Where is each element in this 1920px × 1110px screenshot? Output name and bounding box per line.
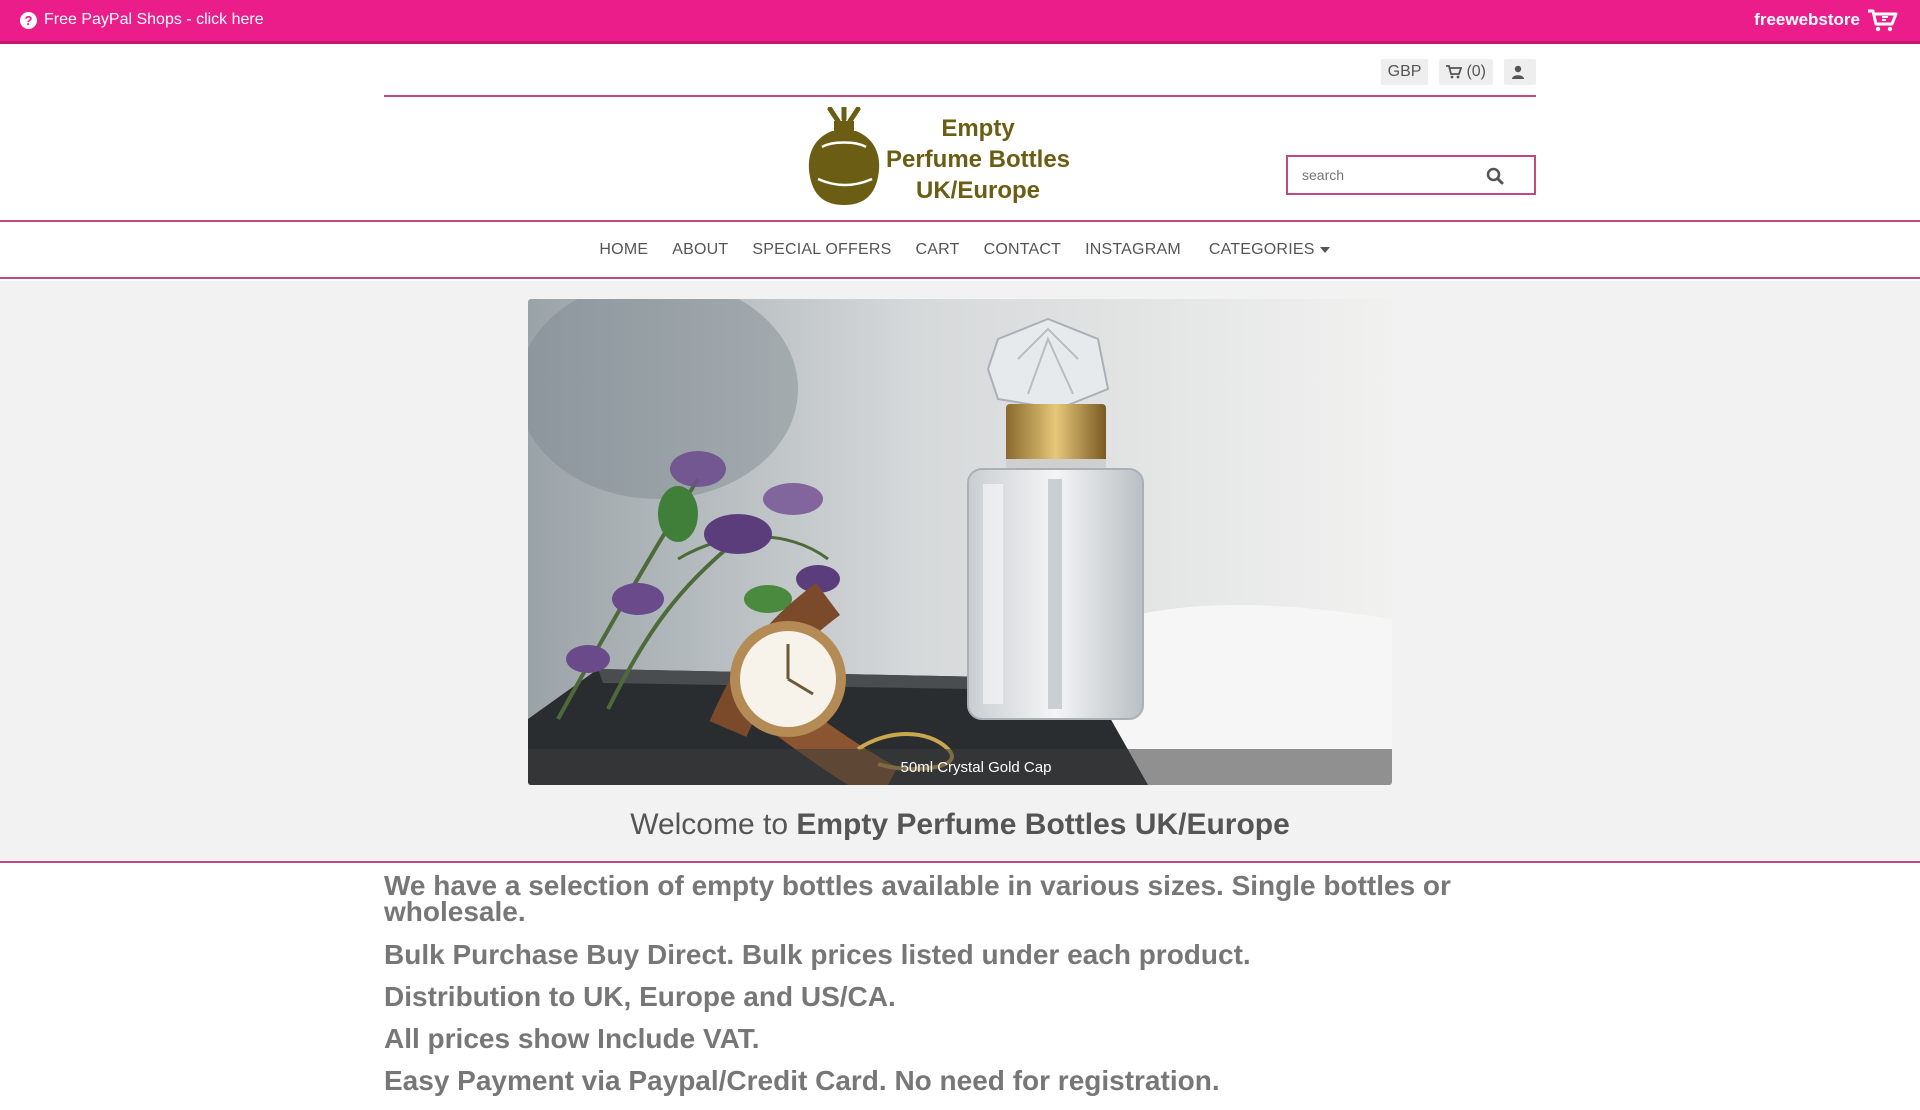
nav-item-home[interactable]: HOME	[599, 241, 648, 259]
perfume-bottle-photo	[528, 299, 1392, 785]
promo-link[interactable]: ? Free PayPal Shops - click here	[20, 11, 264, 29]
main-banner-area: 50ml Crystal Gold Cap Welcome to Empty P…	[0, 281, 1920, 863]
search-icon[interactable]	[1486, 167, 1504, 185]
nav-item-categories[interactable]: CATEGORIES	[1209, 241, 1330, 259]
intro-content: We have a selection of empty bottles ava…	[384, 870, 1536, 1110]
utility-buttons: GBP (0)	[1380, 59, 1536, 85]
help-icon: ?	[20, 11, 37, 29]
account-button[interactable]	[1504, 59, 1536, 85]
cart-button[interactable]: (0)	[1439, 59, 1493, 85]
promo-text: Free PayPal Shops - click here	[44, 11, 264, 28]
intro-line-2: Bulk Purchase Buy Direct. Bulk prices li…	[384, 939, 1251, 970]
currency-label: GBP	[1387, 63, 1422, 80]
cart-icon	[1446, 65, 1463, 79]
intro-line-3: Distribution to UK, Europe and US/CA.	[384, 981, 896, 1012]
site-header: Empty Perfume Bottles UK/Europe	[0, 97, 1920, 222]
brand-label: freewebstore	[1754, 10, 1860, 29]
logo-line-1: Empty	[941, 115, 1015, 142]
image-slider[interactable]: 50ml Crystal Gold Cap	[528, 299, 1392, 785]
nav-item-contact[interactable]: CONTACT	[984, 241, 1062, 259]
welcome-store-name: Empty Perfume Bottles UK/Europe	[796, 808, 1290, 841]
utility-row: GBP (0)	[384, 57, 1536, 97]
logo-line-2: Perfume Bottles	[885, 146, 1071, 173]
nav-item-special-offers[interactable]: SPECIAL OFFERS	[752, 241, 891, 259]
cart-count: (0)	[1466, 63, 1486, 80]
nav-item-instagram[interactable]: INSTAGRAM	[1085, 241, 1181, 259]
nav-item-about[interactable]: ABOUT	[672, 241, 728, 259]
cart-tag-icon	[1868, 9, 1898, 32]
slide-caption: 50ml Crystal Gold Cap	[528, 749, 1392, 785]
nav-list: HOME ABOUT SPECIAL OFFERS CART CONTACT I…	[0, 241, 1920, 259]
welcome-prefix: Welcome to	[630, 808, 789, 841]
store-logo[interactable]: Empty Perfume Bottles UK/Europe	[808, 107, 1070, 207]
intro-line-4: All prices show Include VAT.	[384, 1023, 760, 1054]
promo-bar: ? Free PayPal Shops - click here freeweb…	[0, 0, 1920, 44]
nav-item-cart[interactable]: CART	[916, 241, 960, 259]
user-icon	[1512, 65, 1524, 79]
intro-line-1: We have a selection of empty bottles ava…	[384, 870, 1451, 927]
logo-line-3: UK/Europe	[915, 177, 1040, 204]
perfume-bottle-logo-icon	[808, 107, 880, 205]
freewebstore-brand-link[interactable]: freewebstore	[1754, 8, 1900, 32]
currency-button[interactable]: GBP	[1380, 59, 1429, 85]
search-box	[1286, 155, 1536, 195]
search-input[interactable]	[1302, 159, 1492, 191]
categories-label: CATEGORIES	[1208, 241, 1315, 258]
welcome-heading: Welcome to Empty Perfume Bottles UK/Euro…	[0, 808, 1920, 842]
intro-line-5: Easy Payment via Paypal/Credit Card. No …	[384, 1065, 1220, 1096]
caret-down-icon	[1319, 247, 1330, 253]
logo-text: Empty Perfume Bottles UK/Europe	[883, 113, 1073, 206]
main-nav: HOME ABOUT SPECIAL OFFERS CART CONTACT I…	[0, 224, 1920, 279]
